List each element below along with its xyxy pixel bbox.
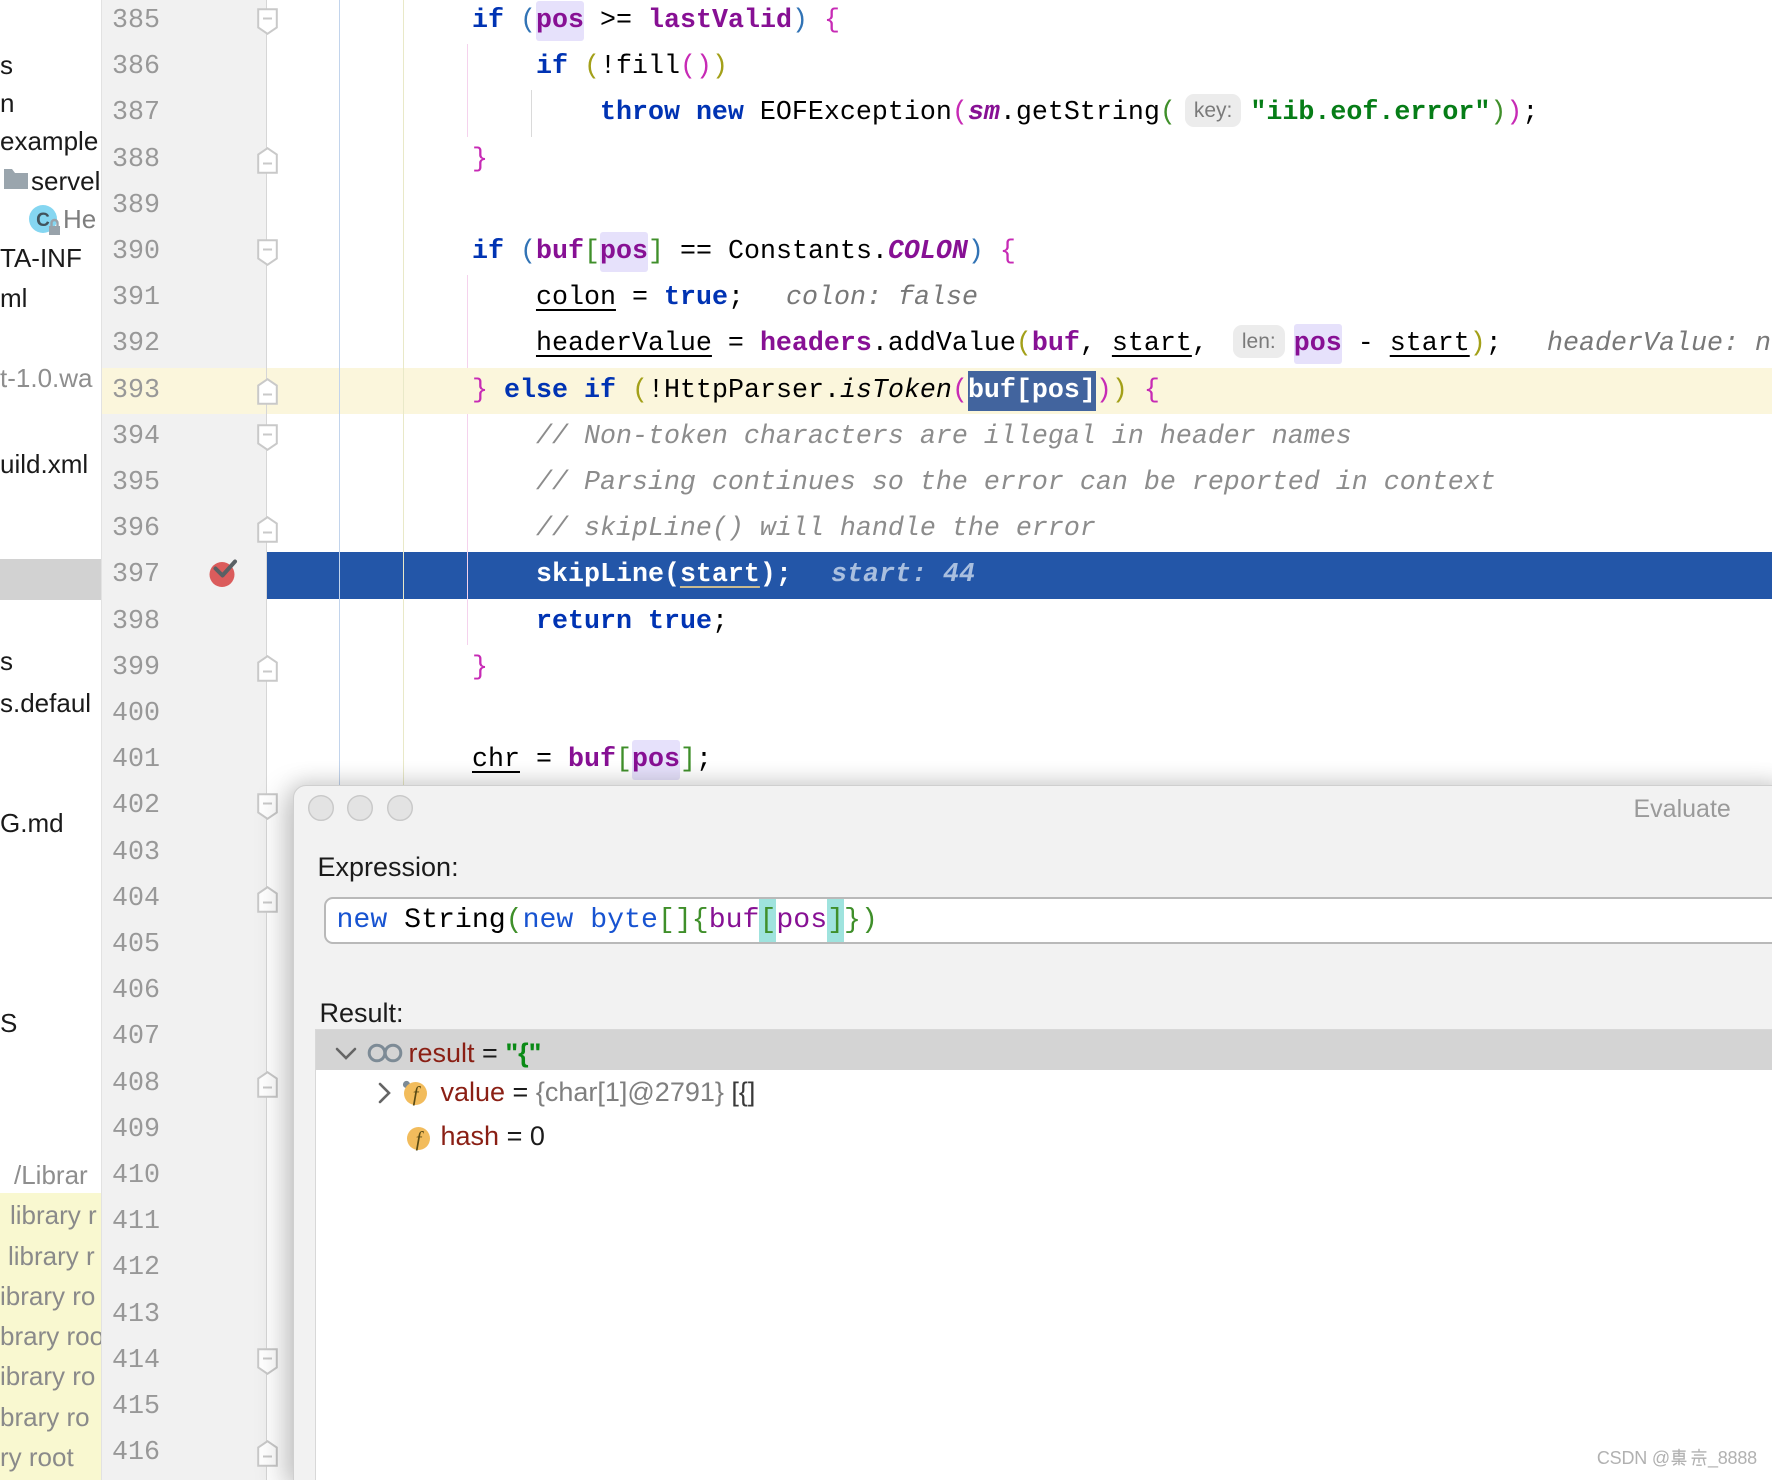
svg-text:C: C — [36, 210, 50, 231]
